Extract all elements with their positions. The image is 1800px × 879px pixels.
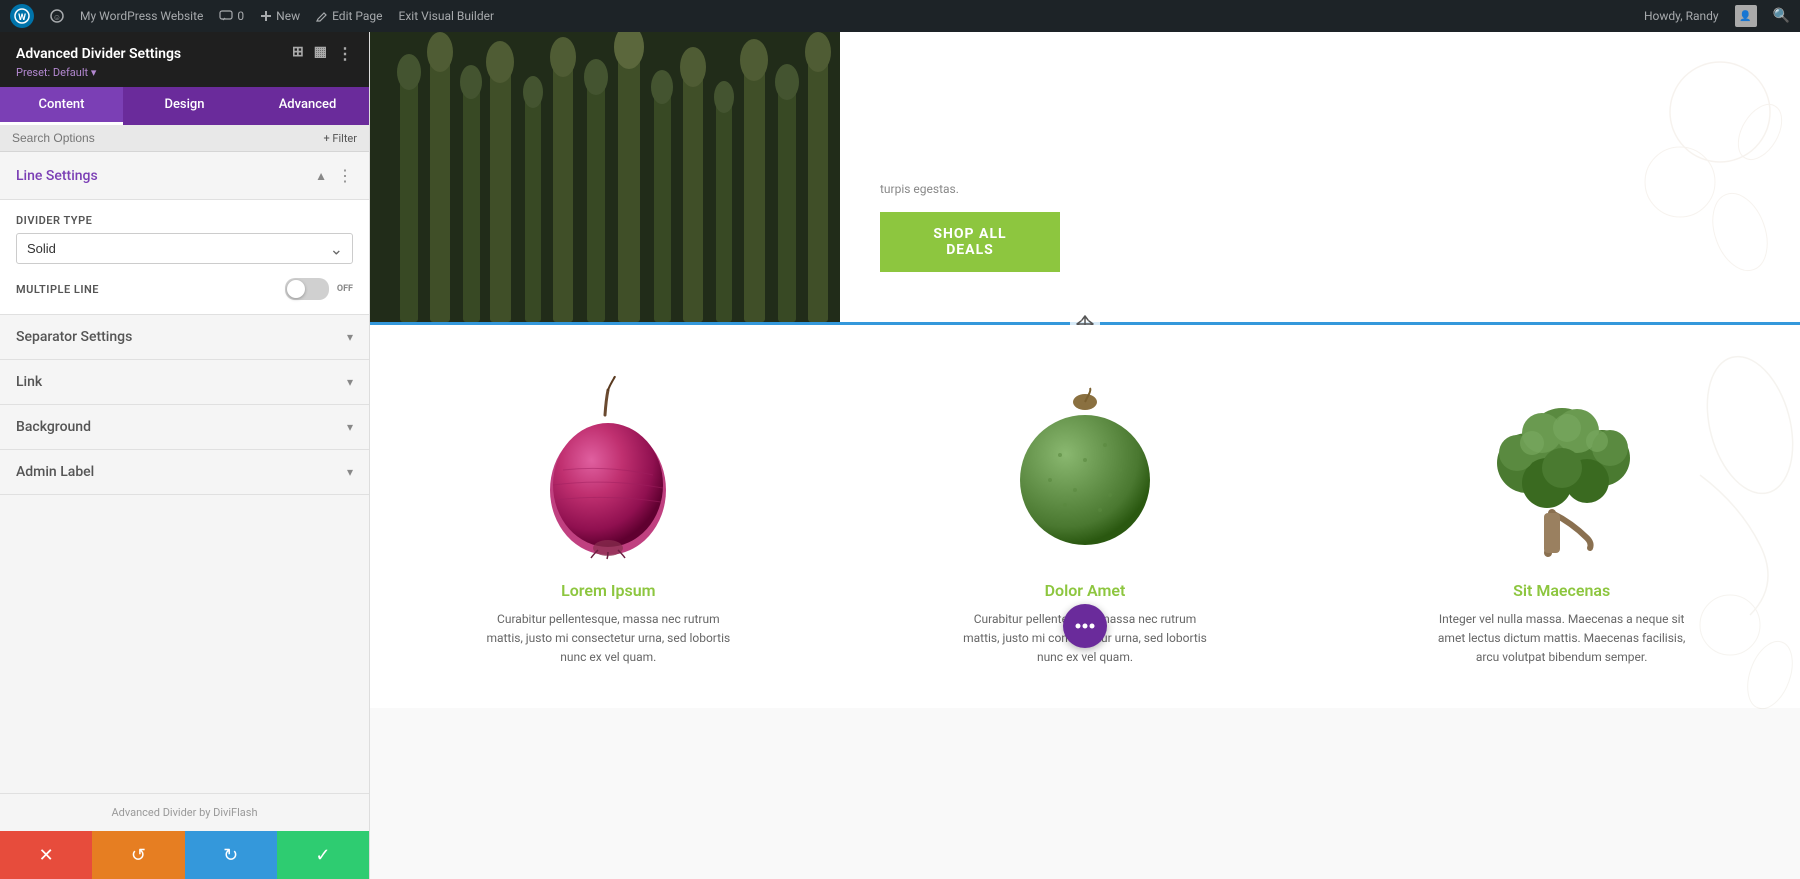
svg-text:☺: ☺ [53, 13, 61, 22]
line-settings-more[interactable]: ⋮ [337, 166, 353, 185]
site-name[interactable]: My WordPress Website [80, 9, 203, 23]
admin-label-chevron: ▾ [347, 465, 353, 479]
background-chevron: ▾ [347, 420, 353, 434]
separator-settings-section: Separator Settings ▾ [0, 315, 369, 360]
tab-design[interactable]: Design [123, 87, 246, 125]
background-section: Background ▾ [0, 405, 369, 450]
divider-type-select[interactable]: Solid Dashed Dotted Double [16, 233, 353, 264]
exit-builder-label: Exit Visual Builder [399, 9, 495, 23]
link-title: Link [16, 374, 42, 390]
comments-link[interactable]: 0 [219, 9, 244, 23]
tab-content[interactable]: Content [0, 87, 123, 125]
fab-button[interactable] [1063, 604, 1107, 648]
product-desc-1: Curabitur pellentesque, massa nec rutrum… [478, 610, 738, 668]
svg-text:W: W [18, 13, 26, 23]
search-input[interactable] [12, 131, 323, 145]
link-chevron: ▾ [347, 375, 353, 389]
howdy-text: Howdy, Randy [1644, 9, 1719, 23]
hero-image [370, 32, 840, 322]
divider-type-label: Divider Type [16, 214, 353, 227]
background-header[interactable]: Background ▾ [0, 405, 369, 450]
asparagus-illustration [370, 32, 840, 322]
shop-all-deals-button[interactable]: SHOP ALL DEALS [880, 212, 1060, 272]
separator-settings-chevron: ▾ [347, 330, 353, 344]
wp-admin-bar: W ☺ My WordPress Website 0 New Edit Page… [0, 0, 1800, 32]
new-link[interactable]: New [260, 9, 300, 23]
redo-button[interactable]: ↻ [185, 831, 277, 879]
edit-page-link[interactable]: Edit Page [316, 9, 382, 23]
link-section: Link ▾ [0, 360, 369, 405]
toggle-off-label: OFF [337, 284, 353, 294]
line-settings-header[interactable]: Line Settings ▲ ⋮ [0, 152, 369, 200]
save-button[interactable]: ✓ [277, 831, 369, 879]
comments-count: 0 [237, 9, 244, 23]
panel-title-icons: ⊞ ▦ ⋮ [292, 44, 353, 63]
panel-preset[interactable]: Preset: Default [16, 66, 353, 79]
product-image-2 [985, 365, 1185, 565]
separator-settings-header[interactable]: Separator Settings ▾ [0, 315, 369, 360]
more-options-icon[interactable]: ⋮ [337, 44, 353, 63]
line-settings-content: Divider Type Solid Dashed Dotted Double … [0, 200, 369, 315]
multiple-line-label: Multiple Line [16, 283, 99, 296]
panel-title-text: Advanced Divider Settings [16, 46, 181, 62]
panel-header: Advanced Divider Settings ⊞ ▦ ⋮ Preset: … [0, 32, 369, 87]
multiple-line-row: Multiple Line OFF [16, 278, 353, 300]
layout-icon[interactable]: ▦ [314, 44, 327, 63]
product-title-3: Sit Maecenas [1513, 581, 1610, 600]
product-image-1 [508, 365, 708, 565]
separator-settings-title: Separator Settings [16, 329, 132, 345]
cancel-button[interactable]: ✕ [0, 831, 92, 879]
wp-logo-icon[interactable]: W [10, 4, 34, 28]
multiple-line-toggle[interactable] [285, 278, 329, 300]
decorative-bg-svg [1500, 32, 1800, 322]
products-section: Lorem Ipsum Curabitur pellentesque, mass… [370, 325, 1800, 708]
panel-footer: Advanced Divider by DiviFlash [0, 793, 369, 831]
ellipsis-icon [1075, 623, 1095, 629]
right-decorative-svg [1600, 325, 1800, 725]
undo-button[interactable]: ↺ [92, 831, 184, 879]
toggle-knob [287, 280, 305, 298]
onion-illustration [533, 370, 683, 560]
site-icon: ☺ [50, 9, 64, 23]
admin-label-header[interactable]: Admin Label ▾ [0, 450, 369, 495]
responsive-icon[interactable]: ⊞ [292, 44, 304, 63]
edit-page-label: Edit Page [332, 9, 382, 23]
link-header[interactable]: Link ▾ [0, 360, 369, 405]
footer-text: Advanced Divider by DiviFlash [111, 806, 257, 819]
product-card-2: Dolor Amet Curabitur pellentesque, massa… [847, 345, 1324, 688]
panel-title-row: Advanced Divider Settings ⊞ ▦ ⋮ [16, 44, 353, 63]
filter-button[interactable]: + Filter [323, 132, 357, 145]
line-settings-section: Line Settings ▲ ⋮ Divider Type Solid Das… [0, 152, 369, 315]
product-card-1: Lorem Ipsum Curabitur pellentesque, mass… [370, 345, 847, 688]
settings-panel: Advanced Divider Settings ⊞ ▦ ⋮ Preset: … [0, 32, 370, 879]
background-title: Background [16, 419, 91, 435]
new-label: New [276, 9, 300, 23]
page-preview: turpis egestas. SHOP ALL DEALS [370, 32, 1800, 879]
panel-tabs: Content Design Advanced [0, 87, 369, 125]
product-title-2: Dolor Amet [1045, 581, 1126, 600]
admin-label-title: Admin Label [16, 464, 94, 480]
product-title-1: Lorem Ipsum [561, 581, 655, 600]
user-avatar[interactable]: 👤 [1735, 5, 1757, 27]
search-icon[interactable]: 🔍 [1773, 8, 1790, 24]
zucchini-illustration [1005, 380, 1165, 550]
line-settings-chevron-up: ▲ [315, 169, 327, 183]
search-filter-bar: + Filter [0, 125, 369, 152]
admin-label-section: Admin Label ▾ [0, 450, 369, 495]
exit-builder-link[interactable]: Exit Visual Builder [399, 9, 495, 23]
bottom-actions: ✕ ↺ ↻ ✓ [0, 831, 369, 879]
tab-advanced[interactable]: Advanced [246, 87, 369, 125]
line-settings-title: Line Settings [16, 168, 98, 184]
divider-type-select-wrapper: Solid Dashed Dotted Double [16, 233, 353, 264]
hero-text-area: turpis egestas. SHOP ALL DEALS [840, 32, 1800, 322]
hero-section: turpis egestas. SHOP ALL DEALS [370, 32, 1800, 322]
